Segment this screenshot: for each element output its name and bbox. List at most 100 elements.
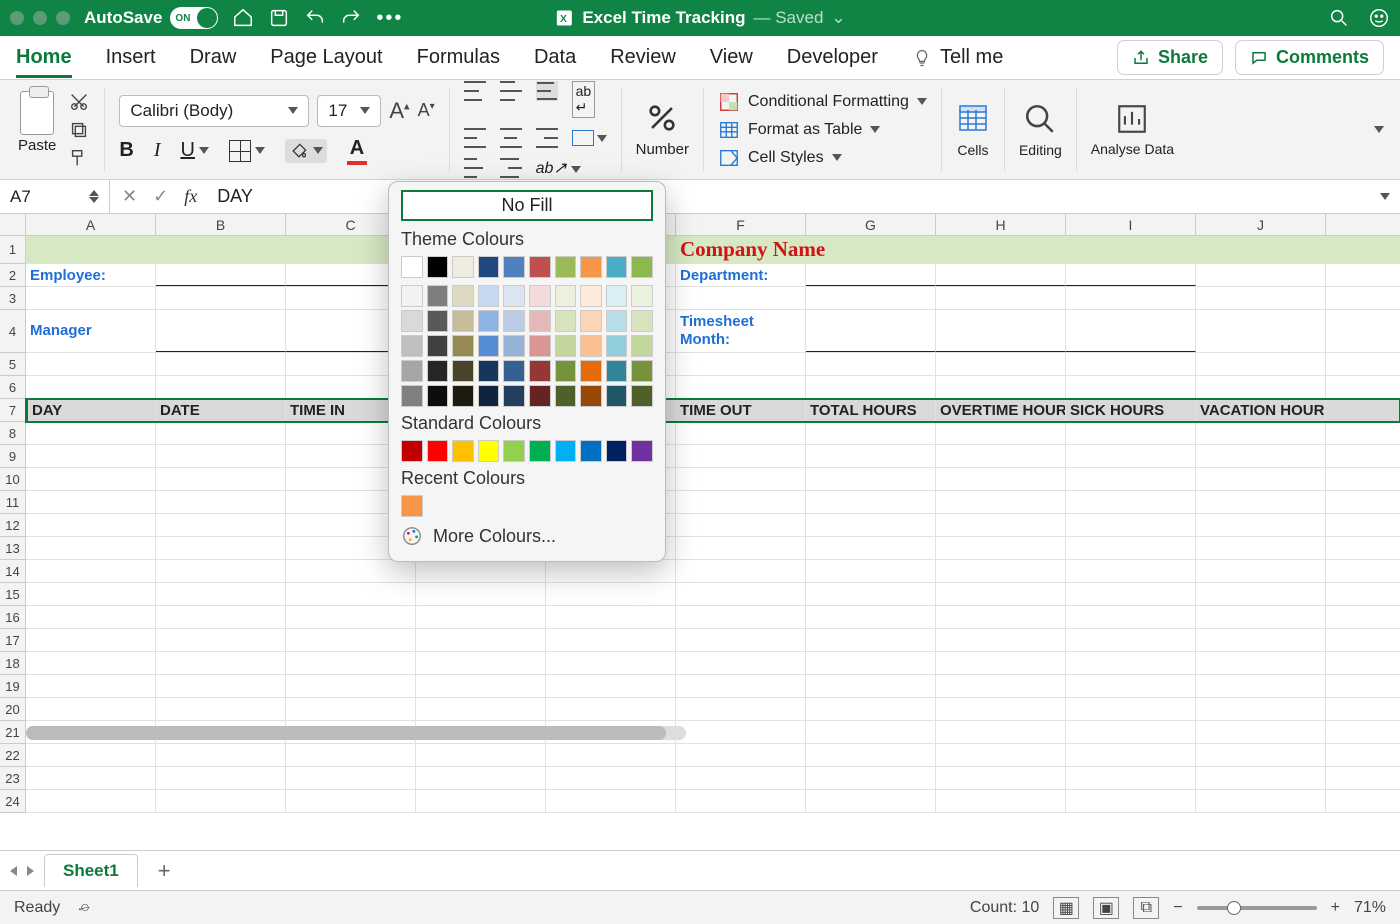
cell-D14[interactable] bbox=[416, 560, 546, 582]
color-swatch[interactable] bbox=[580, 385, 602, 407]
save-icon[interactable] bbox=[268, 7, 290, 29]
underline-button[interactable]: U bbox=[180, 139, 208, 162]
cell-E19[interactable] bbox=[546, 675, 676, 697]
cell-B2[interactable] bbox=[156, 264, 286, 286]
align-top-icon[interactable] bbox=[464, 81, 486, 101]
page-break-view-icon[interactable]: ⧉ bbox=[1133, 897, 1159, 919]
cell-H1[interactable] bbox=[936, 236, 1066, 263]
row-header-12[interactable]: 12 bbox=[0, 514, 26, 537]
cell-E14[interactable] bbox=[546, 560, 676, 582]
color-swatch[interactable] bbox=[478, 360, 500, 382]
color-swatch[interactable] bbox=[631, 256, 653, 278]
row-header-13[interactable]: 13 bbox=[0, 537, 26, 560]
color-swatch[interactable] bbox=[606, 360, 628, 382]
cell-G22[interactable] bbox=[806, 744, 936, 766]
color-swatch[interactable] bbox=[606, 440, 628, 462]
cell-C15[interactable] bbox=[286, 583, 416, 605]
cell-E22[interactable] bbox=[546, 744, 676, 766]
cell-F19[interactable] bbox=[676, 675, 806, 697]
color-swatch[interactable] bbox=[606, 335, 628, 357]
color-swatch[interactable] bbox=[401, 360, 423, 382]
cell-A5[interactable] bbox=[26, 353, 156, 375]
cell-B18[interactable] bbox=[156, 652, 286, 674]
more-icon[interactable]: ••• bbox=[376, 7, 403, 30]
cell-G18[interactable] bbox=[806, 652, 936, 674]
tab-prev-icon[interactable] bbox=[10, 866, 17, 876]
color-swatch[interactable] bbox=[401, 495, 423, 517]
cell-D20[interactable] bbox=[416, 698, 546, 720]
cell-A23[interactable] bbox=[26, 767, 156, 789]
cell-I10[interactable] bbox=[1066, 468, 1196, 490]
cell-J4[interactable] bbox=[1196, 310, 1326, 352]
align-center-icon[interactable] bbox=[500, 128, 522, 148]
cell-I5[interactable] bbox=[1066, 353, 1196, 375]
sheet-tab-sheet1[interactable]: Sheet1 bbox=[44, 854, 138, 887]
cell-G21[interactable] bbox=[806, 721, 936, 743]
color-swatch[interactable] bbox=[452, 385, 474, 407]
row-header-23[interactable]: 23 bbox=[0, 767, 26, 790]
color-swatch[interactable] bbox=[555, 440, 577, 462]
format-painter-icon[interactable] bbox=[68, 147, 90, 169]
row-header-18[interactable]: 18 bbox=[0, 652, 26, 675]
col-header-H[interactable]: H bbox=[936, 214, 1066, 235]
cell-H17[interactable] bbox=[936, 629, 1066, 651]
row-header-5[interactable]: 5 bbox=[0, 353, 26, 376]
cell-J6[interactable] bbox=[1196, 376, 1326, 398]
color-swatch[interactable] bbox=[580, 440, 602, 462]
cell-H22[interactable] bbox=[936, 744, 1066, 766]
cell-J8[interactable] bbox=[1196, 422, 1326, 444]
color-swatch[interactable] bbox=[401, 335, 423, 357]
color-swatch[interactable] bbox=[452, 335, 474, 357]
col-header-J[interactable]: J bbox=[1196, 214, 1326, 235]
color-swatch[interactable] bbox=[478, 310, 500, 332]
cell-E24[interactable] bbox=[546, 790, 676, 812]
row-header-1[interactable]: 1 bbox=[0, 236, 26, 264]
cell-A6[interactable] bbox=[26, 376, 156, 398]
tab-next-icon[interactable] bbox=[27, 866, 34, 876]
cell-G20[interactable] bbox=[806, 698, 936, 720]
cell-I7[interactable]: SICK HOURS bbox=[1066, 399, 1196, 421]
cell-B12[interactable] bbox=[156, 514, 286, 536]
cell-D24[interactable] bbox=[416, 790, 546, 812]
cell-J10[interactable] bbox=[1196, 468, 1326, 490]
cell-J13[interactable] bbox=[1196, 537, 1326, 559]
cell-A20[interactable] bbox=[26, 698, 156, 720]
cell-I17[interactable] bbox=[1066, 629, 1196, 651]
autosave-toggle[interactable]: ON bbox=[170, 7, 218, 29]
cell-H21[interactable] bbox=[936, 721, 1066, 743]
cell-H10[interactable] bbox=[936, 468, 1066, 490]
cut-icon[interactable] bbox=[68, 91, 90, 113]
cell-H2[interactable] bbox=[936, 264, 1066, 286]
format-as-table-button[interactable]: Format as Table bbox=[718, 119, 927, 141]
row-header-4[interactable]: 4 bbox=[0, 310, 26, 353]
cell-I19[interactable] bbox=[1066, 675, 1196, 697]
cell-H19[interactable] bbox=[936, 675, 1066, 697]
cell-I20[interactable] bbox=[1066, 698, 1196, 720]
color-swatch[interactable] bbox=[503, 285, 525, 307]
cell-H24[interactable] bbox=[936, 790, 1066, 812]
cell-B20[interactable] bbox=[156, 698, 286, 720]
align-bottom-icon[interactable] bbox=[536, 81, 558, 101]
tab-tellme[interactable]: Tell me bbox=[912, 46, 1003, 69]
cell-J3[interactable] bbox=[1196, 287, 1326, 309]
cell-H11[interactable] bbox=[936, 491, 1066, 513]
cell-F9[interactable] bbox=[676, 445, 806, 467]
home-icon[interactable] bbox=[232, 7, 254, 29]
cell-I2[interactable] bbox=[1066, 264, 1196, 286]
cell-F8[interactable] bbox=[676, 422, 806, 444]
col-header-I[interactable]: I bbox=[1066, 214, 1196, 235]
bold-button[interactable]: B bbox=[119, 139, 133, 162]
cell-G5[interactable] bbox=[806, 353, 936, 375]
cells-group[interactable]: Cells bbox=[956, 102, 990, 158]
cell-G4[interactable] bbox=[806, 310, 936, 352]
color-swatch[interactable] bbox=[478, 385, 500, 407]
merge-icon[interactable] bbox=[572, 128, 607, 148]
cell-D15[interactable] bbox=[416, 583, 546, 605]
cell-A8[interactable] bbox=[26, 422, 156, 444]
more-colours-button[interactable]: More Colours... bbox=[401, 525, 653, 547]
cell-J11[interactable] bbox=[1196, 491, 1326, 513]
color-swatch[interactable] bbox=[503, 335, 525, 357]
cell-I23[interactable] bbox=[1066, 767, 1196, 789]
cell-B14[interactable] bbox=[156, 560, 286, 582]
row-header-22[interactable]: 22 bbox=[0, 744, 26, 767]
